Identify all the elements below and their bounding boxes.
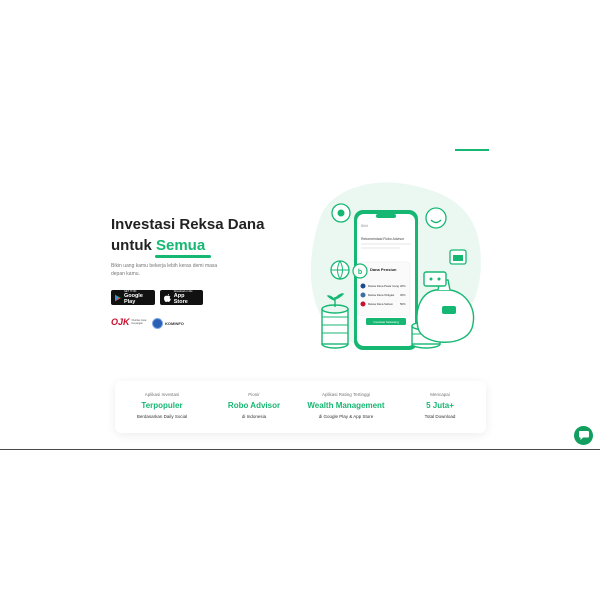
google-play-button[interactable]: GET IT ON Google Play <box>111 290 155 305</box>
stat-item: Mencapai 5 Juta+ Total Download <box>395 392 485 420</box>
phone-mockup: Bibit Rekomendasi Robo Advisor Dana Pens… <box>354 210 418 350</box>
ojk-label: Otoritas Jasa Keuangan <box>131 319 147 325</box>
chat-button[interactable] <box>574 426 593 445</box>
stat-value: 5 Juta+ <box>426 401 454 410</box>
fund-pct: 20% <box>400 284 406 288</box>
stat-footer: Total Download <box>424 414 456 419</box>
stat-footer: di Google Play & App Store <box>318 414 374 419</box>
stat-caption: Pionir <box>248 392 260 397</box>
hero-title-prefix: untuk <box>111 237 156 254</box>
phone-card-title: Dana Pensiun <box>370 267 397 272</box>
fund-pct: 30% <box>400 293 406 297</box>
app-store-label: App Store <box>173 293 188 305</box>
stats-card: Aplikasi Investasi Terpopuler Berdasarka… <box>115 381 486 433</box>
stat-value: Robo Advisor <box>227 401 281 410</box>
phone-section: Rekomendasi Robo Advisor <box>361 237 405 241</box>
stat-value: Terpopuler <box>141 401 183 410</box>
fund-pct: 50% <box>400 302 406 306</box>
page-divider <box>0 449 600 450</box>
fund-name: Reksa Dana Saham <box>368 302 394 306</box>
stat-caption: Aplikasi Rating Tertinggi <box>322 392 370 397</box>
stat-item: Aplikasi Investasi Terpopuler Berdasarka… <box>117 392 207 420</box>
kominfo-seal-icon <box>152 318 163 329</box>
stat-caption: Mencapai <box>430 392 450 397</box>
stat-footer: Berdasarkan Daily Social <box>136 414 188 419</box>
ojk-logo: OJK <box>111 317 130 327</box>
hero-title-line2: untuk Semua <box>111 235 331 256</box>
fund-row: Reksa Dana Pasar Uang 20% <box>360 283 406 289</box>
ojk-badge: OJK Otoritas Jasa Keuangan <box>111 317 150 327</box>
hero-description: Bikin uang kamu bekerja lebih keras demi… <box>111 263 218 277</box>
calendar-icon <box>449 249 467 265</box>
play-triangle-icon <box>115 294 121 301</box>
top-accent-line <box>455 149 489 151</box>
stat-item: Pionir Robo Advisor di Indonesia <box>209 392 299 420</box>
hero-title: Investasi Reksa Dana untuk Semua <box>111 214 331 258</box>
stat-caption: Aplikasi Investasi <box>144 392 180 397</box>
fund-name: Reksa Dana Obligasi <box>368 293 395 297</box>
fund-name: Reksa Dana Pasar Uang <box>368 284 399 288</box>
wallet-icon <box>423 271 447 287</box>
phone-avatar-bubble: b <box>352 263 368 279</box>
chat-bubble-icon <box>578 431 589 440</box>
smile-icon <box>425 207 447 229</box>
hero-title-line1: Investasi Reksa Dana <box>111 216 265 233</box>
piggy-icon <box>331 203 351 223</box>
stat-item: Aplikasi Rating Tertinggi Wealth Managem… <box>301 392 391 420</box>
fund-row: Reksa Dana Saham 50% <box>360 301 406 307</box>
apple-icon <box>164 293 171 302</box>
globe-icon <box>330 260 350 281</box>
phone-cta: Investasi Sekarang <box>373 320 399 324</box>
kominfo-badge: KOMINFO <box>152 318 184 329</box>
phone-header: Bibit <box>361 224 368 228</box>
fund-row: Reksa Dana Obligasi 30% <box>360 292 406 298</box>
stat-value: Wealth Management <box>307 401 385 410</box>
app-store-button[interactable]: Download on the App Store <box>160 290 203 305</box>
google-play-label: Google Play <box>123 293 143 305</box>
hero-title-accent: Semua <box>156 237 206 254</box>
stat-footer: di Indonesia <box>241 414 267 419</box>
hero-illustration: Bibit Rekomendasi Robo Advisor Dana Pens… <box>310 182 481 350</box>
kominfo-label: KOMINFO <box>165 321 184 326</box>
svg-text:b: b <box>358 269 362 276</box>
